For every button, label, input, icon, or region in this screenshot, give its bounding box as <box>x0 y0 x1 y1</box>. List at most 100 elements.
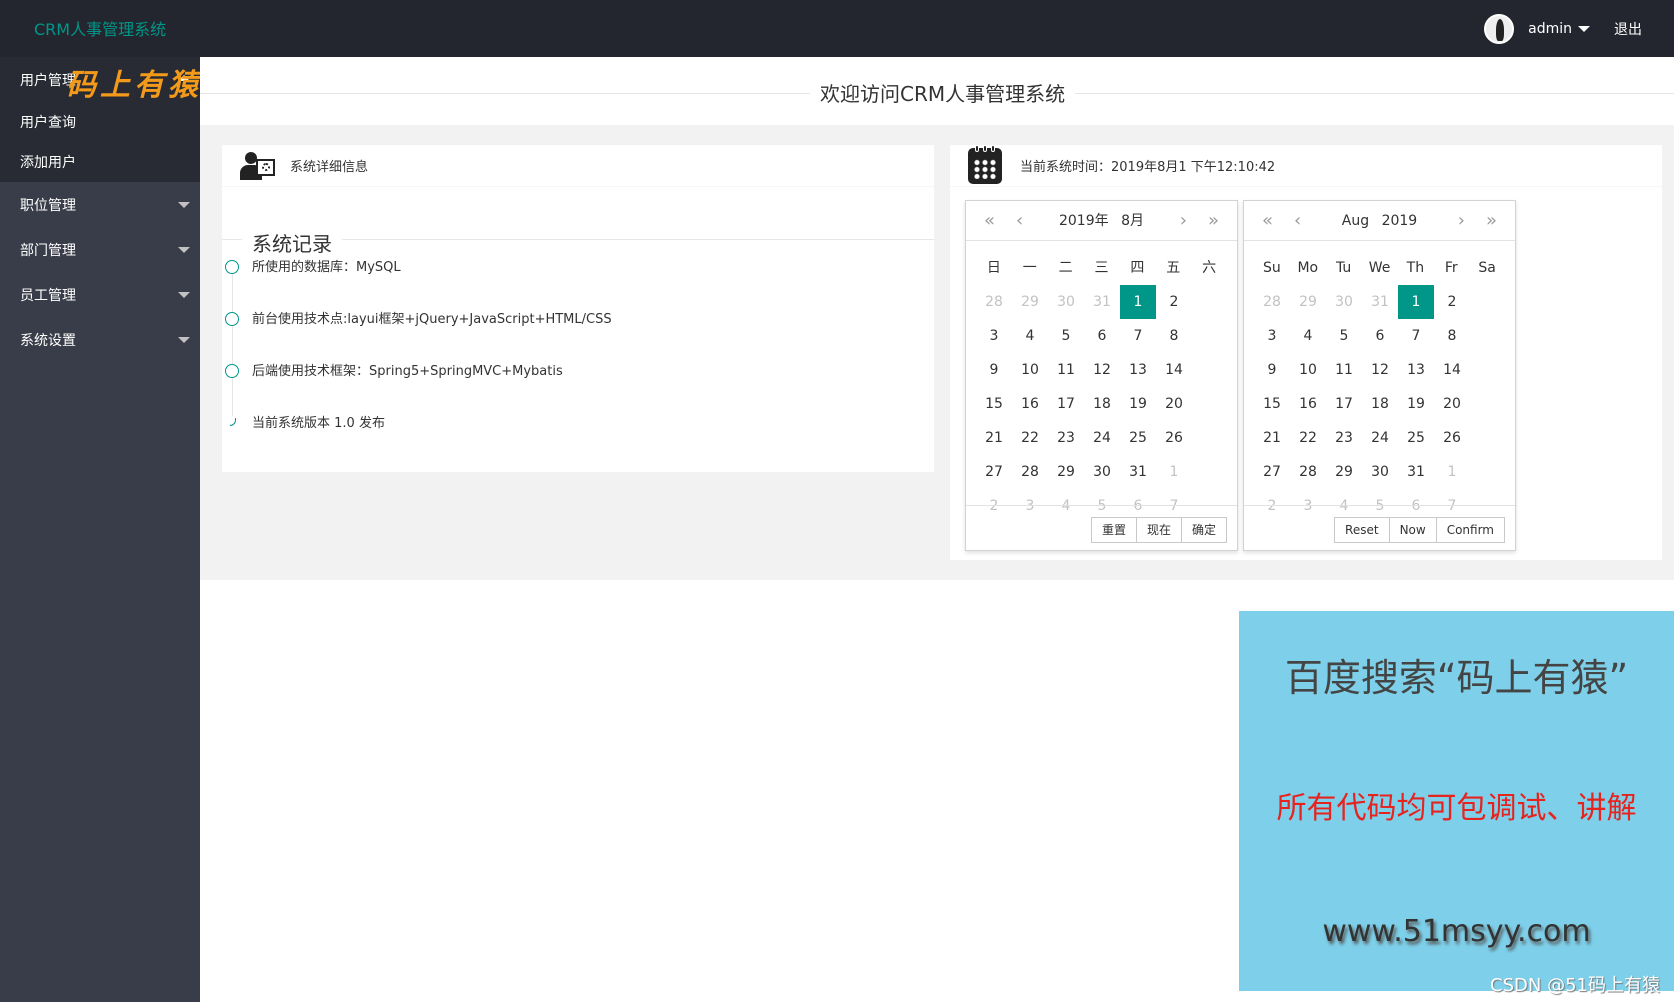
calendar-day[interactable]: 12 <box>1362 353 1398 387</box>
calendar-day[interactable]: 16 <box>1290 387 1326 421</box>
calendar-day[interactable]: 12 <box>1084 353 1120 387</box>
sidebar-item-department-management[interactable]: 部门管理 <box>0 227 200 272</box>
calendar-day[interactable]: 8 <box>1434 319 1470 353</box>
calendar-day[interactable]: 6 <box>1084 319 1120 353</box>
calendar-day[interactable]: 31 <box>1362 285 1398 319</box>
calendar-day[interactable]: 31 <box>1398 455 1434 489</box>
calendar-day[interactable]: 28 <box>1290 455 1326 489</box>
calendar-day-selected[interactable]: 1 <box>1120 285 1156 319</box>
calendar-day[interactable]: 27 <box>1254 455 1290 489</box>
calendar-day[interactable]: 19 <box>1398 387 1434 421</box>
calendar-month[interactable]: Aug <box>1342 213 1369 229</box>
calendar-day[interactable]: 21 <box>976 421 1012 455</box>
user-menu[interactable]: admin <box>1528 21 1590 37</box>
now-button[interactable]: Now <box>1388 517 1437 543</box>
calendar-day[interactable]: 17 <box>1326 387 1362 421</box>
calendar-day[interactable]: 31 <box>1120 455 1156 489</box>
calendar-day[interactable]: 19 <box>1120 387 1156 421</box>
calendar-day[interactable]: 20 <box>1156 387 1192 421</box>
confirm-button[interactable]: Confirm <box>1435 517 1505 543</box>
sidebar-item-position-management[interactable]: 职位管理 <box>0 182 200 227</box>
calendar-day[interactable]: 24 <box>1362 421 1398 455</box>
now-button[interactable]: 现在 <box>1135 517 1182 543</box>
prev-month-icon[interactable]: ‹ <box>1294 201 1301 241</box>
reset-button[interactable]: Reset <box>1334 517 1390 543</box>
calendar-day[interactable]: 21 <box>1254 421 1290 455</box>
calendar-day[interactable]: 7 <box>1398 319 1434 353</box>
next-year-icon[interactable]: » <box>1208 201 1219 241</box>
calendar-day[interactable]: 28 <box>976 285 1012 319</box>
calendar-day[interactable]: 1 <box>1156 455 1192 489</box>
sidebar-item-system-settings[interactable]: 系统设置 <box>0 317 200 362</box>
calendar-day[interactable]: 4 <box>1012 319 1048 353</box>
calendar-day[interactable]: 29 <box>1326 455 1362 489</box>
calendar-day[interactable]: 13 <box>1120 353 1156 387</box>
calendar-day[interactable]: 9 <box>976 353 1012 387</box>
calendar-day[interactable]: 25 <box>1398 421 1434 455</box>
calendar-day[interactable]: 22 <box>1290 421 1326 455</box>
calendar-day[interactable]: 28 <box>1254 285 1290 319</box>
next-month-icon[interactable]: › <box>1458 201 1465 241</box>
calendar-day[interactable]: 2 <box>1434 285 1470 319</box>
calendar-day[interactable]: 11 <box>1326 353 1362 387</box>
calendar-day[interactable]: 28 <box>1012 455 1048 489</box>
calendar-day[interactable]: 30 <box>1326 285 1362 319</box>
calendar-day[interactable]: 10 <box>1290 353 1326 387</box>
calendar-day[interactable]: 22 <box>1012 421 1048 455</box>
calendar-day[interactable]: 7 <box>1120 319 1156 353</box>
calendar-day[interactable]: 23 <box>1326 421 1362 455</box>
calendar-day[interactable]: 27 <box>976 455 1012 489</box>
calendar-day[interactable]: 30 <box>1048 285 1084 319</box>
calendar-day[interactable]: 2 <box>1156 285 1192 319</box>
calendar-day[interactable]: 17 <box>1048 387 1084 421</box>
prev-year-icon[interactable]: « <box>1262 201 1273 241</box>
calendar-month[interactable]: 8月 <box>1121 213 1144 229</box>
calendar-day[interactable]: 29 <box>1290 285 1326 319</box>
calendar-day[interactable]: 29 <box>1012 285 1048 319</box>
calendar-day[interactable]: 5 <box>1326 319 1362 353</box>
calendar-day[interactable]: 9 <box>1254 353 1290 387</box>
calendar-day[interactable]: 14 <box>1156 353 1192 387</box>
calendar-day[interactable]: 18 <box>1084 387 1120 421</box>
prev-year-icon[interactable]: « <box>984 201 995 241</box>
calendar-day[interactable]: 8 <box>1156 319 1192 353</box>
calendar-day[interactable]: 13 <box>1398 353 1434 387</box>
avatar[interactable] <box>1484 13 1515 44</box>
calendar-day[interactable]: 30 <box>1084 455 1120 489</box>
calendar-day[interactable]: 20 <box>1434 387 1470 421</box>
calendar-day[interactable]: 25 <box>1120 421 1156 455</box>
calendar-day[interactable]: 3 <box>976 319 1012 353</box>
sidebar-item-add-user[interactable]: 添加用户 <box>0 142 200 182</box>
calendar-day[interactable]: 15 <box>976 387 1012 421</box>
next-month-icon[interactable]: › <box>1180 201 1187 241</box>
calendar-day[interactable]: 16 <box>1012 387 1048 421</box>
calendar-day[interactable]: 24 <box>1084 421 1120 455</box>
calendar-day[interactable]: 18 <box>1362 387 1398 421</box>
calendar-day[interactable]: 15 <box>1254 387 1290 421</box>
logout-link[interactable]: 退出 <box>1614 19 1642 39</box>
calendar-day[interactable]: 6 <box>1362 319 1398 353</box>
calendar-year[interactable]: 2019年 <box>1059 213 1109 229</box>
prev-month-icon[interactable]: ‹ <box>1016 201 1023 241</box>
calendar-day[interactable]: 29 <box>1048 455 1084 489</box>
sidebar-item-employee-management[interactable]: 员工管理 <box>0 272 200 317</box>
calendar-day[interactable]: 5 <box>1048 319 1084 353</box>
calendar-day[interactable]: 30 <box>1362 455 1398 489</box>
next-year-icon[interactable]: » <box>1486 201 1497 241</box>
calendar-day[interactable]: 10 <box>1012 353 1048 387</box>
calendar-year[interactable]: 2019 <box>1382 213 1418 229</box>
calendar-day[interactable]: 3 <box>1254 319 1290 353</box>
calendar-day[interactable]: 4 <box>1290 319 1326 353</box>
calendar-day[interactable]: 14 <box>1434 353 1470 387</box>
calendar-day[interactable]: 1 <box>1434 455 1470 489</box>
calendar-day-selected[interactable]: 1 <box>1398 285 1434 319</box>
confirm-button[interactable]: 确定 <box>1180 517 1227 543</box>
calendar-day[interactable]: 11 <box>1048 353 1084 387</box>
calendar-day[interactable]: 26 <box>1434 421 1470 455</box>
calendar-day[interactable]: 31 <box>1084 285 1120 319</box>
app-logo-title[interactable]: CRM人事管理系统 <box>34 16 166 40</box>
reset-button[interactable]: 重置 <box>1090 517 1137 543</box>
calendar-day[interactable]: 23 <box>1048 421 1084 455</box>
calendar-day[interactable]: 26 <box>1156 421 1192 455</box>
sidebar-item-user-query[interactable]: 用户查询 <box>0 102 200 142</box>
